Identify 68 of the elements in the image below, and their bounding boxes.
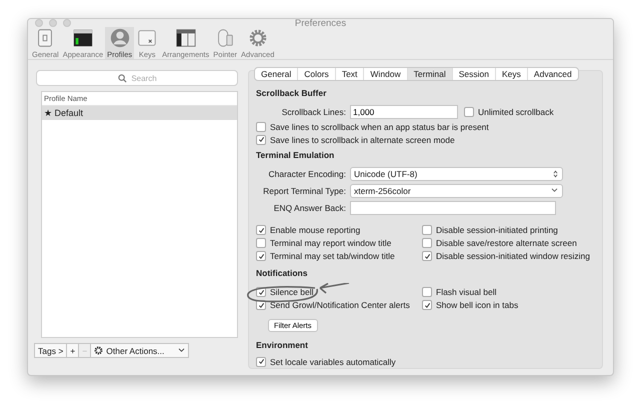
checkbox[interactable]: [422, 238, 432, 248]
checkbox[interactable]: [422, 287, 432, 297]
checkbox-label: Disable save/restore alternate screen: [436, 238, 577, 248]
checkmark-icon: [258, 252, 264, 260]
window-layout-icon: [174, 27, 197, 49]
minimize-button[interactable]: [49, 19, 57, 27]
checkbox-label: Save lines to scrollback in alternate screen mode: [270, 134, 455, 144]
checkbox[interactable]: [422, 225, 432, 235]
dropdown[interactable]: Unicode (UTF-8): [350, 166, 563, 180]
section-heading: Terminal Emulation: [256, 150, 336, 160]
chevron-down-icon: [178, 348, 186, 353]
checkbox-label: Show bell icon in tabs: [436, 300, 518, 310]
checkbox-label: Flash visual bell: [436, 287, 496, 297]
up-down-arrows-icon: [553, 170, 558, 178]
zoom-button[interactable]: [63, 19, 71, 27]
checkbox-label: Save lines to scrollback when an app status bar is present: [270, 122, 489, 132]
key-icon: [136, 27, 158, 49]
other-actions-button[interactable]: Other Actions...: [90, 343, 190, 358]
search-field[interactable]: Search: [36, 70, 238, 86]
field-label: Scrollback Lines:: [280, 106, 347, 116]
checkmark-icon: [424, 302, 430, 308]
window-title: Preferences: [294, 19, 348, 28]
checkmark-icon: [258, 358, 264, 365]
tags-button[interactable]: Tags >: [34, 343, 68, 358]
field-label: ENQ Answer Back:: [272, 202, 347, 212]
dropdown[interactable]: xterm-256color: [350, 184, 563, 198]
checkbox[interactable]: [256, 238, 266, 248]
section-heading: Notifications: [256, 268, 308, 278]
checkmark-icon: [424, 252, 430, 260]
terminal-window-icon: [72, 27, 94, 49]
tab[interactable]: Colors: [297, 68, 335, 80]
checkbox-label: Disable session-initiated window resizing: [436, 251, 590, 261]
checkbox-label: Disable session-initiated printing: [436, 225, 558, 235]
checkbox[interactable]: [256, 356, 266, 366]
tab[interactable]: General: [255, 68, 298, 80]
search-icon: [118, 74, 127, 83]
close-button[interactable]: [35, 19, 43, 27]
checkbox[interactable]: [256, 225, 266, 235]
tab[interactable]: Terminal: [406, 68, 452, 80]
text-field[interactable]: 1,000: [350, 104, 458, 118]
tab[interactable]: Session: [452, 68, 496, 80]
tab[interactable]: Text: [334, 68, 364, 80]
checkbox[interactable]: [256, 122, 266, 132]
add-button[interactable]: +: [66, 343, 80, 358]
checkbox[interactable]: [422, 251, 432, 261]
checkmark-icon: [258, 136, 264, 143]
checkbox[interactable]: [256, 251, 266, 261]
section-heading: Scrollback Buffer: [256, 88, 328, 98]
chevron-down-icon: [551, 188, 558, 193]
checkbox-label: Silence bell: [270, 287, 314, 297]
checkbox-label: Enable mouse reporting: [270, 225, 360, 235]
checkbox-label: Terminal may report window title: [270, 238, 392, 248]
text-field[interactable]: [350, 200, 556, 214]
section-heading: Environment: [256, 340, 309, 350]
checkmark-icon: [258, 226, 264, 234]
gear-icon: [94, 346, 104, 355]
field-label: Report Terminal Type:: [262, 186, 347, 196]
profile-row[interactable]: ★ Default: [42, 106, 237, 120]
checkbox[interactable]: [464, 106, 474, 116]
checkbox-label: Send Growl/Notification Center alerts: [270, 300, 410, 310]
field-label: Character Encoding:: [268, 168, 347, 178]
checkbox[interactable]: [422, 300, 432, 310]
checkbox-label: Unlimited scrollback: [478, 106, 554, 116]
person-icon: [108, 27, 131, 49]
tab[interactable]: Keys: [495, 68, 527, 80]
checkbox-label: Terminal may set tab/window title: [270, 251, 395, 261]
checkbox[interactable]: [256, 134, 266, 144]
checkbox-label: Set locale variables automatically: [270, 356, 396, 366]
